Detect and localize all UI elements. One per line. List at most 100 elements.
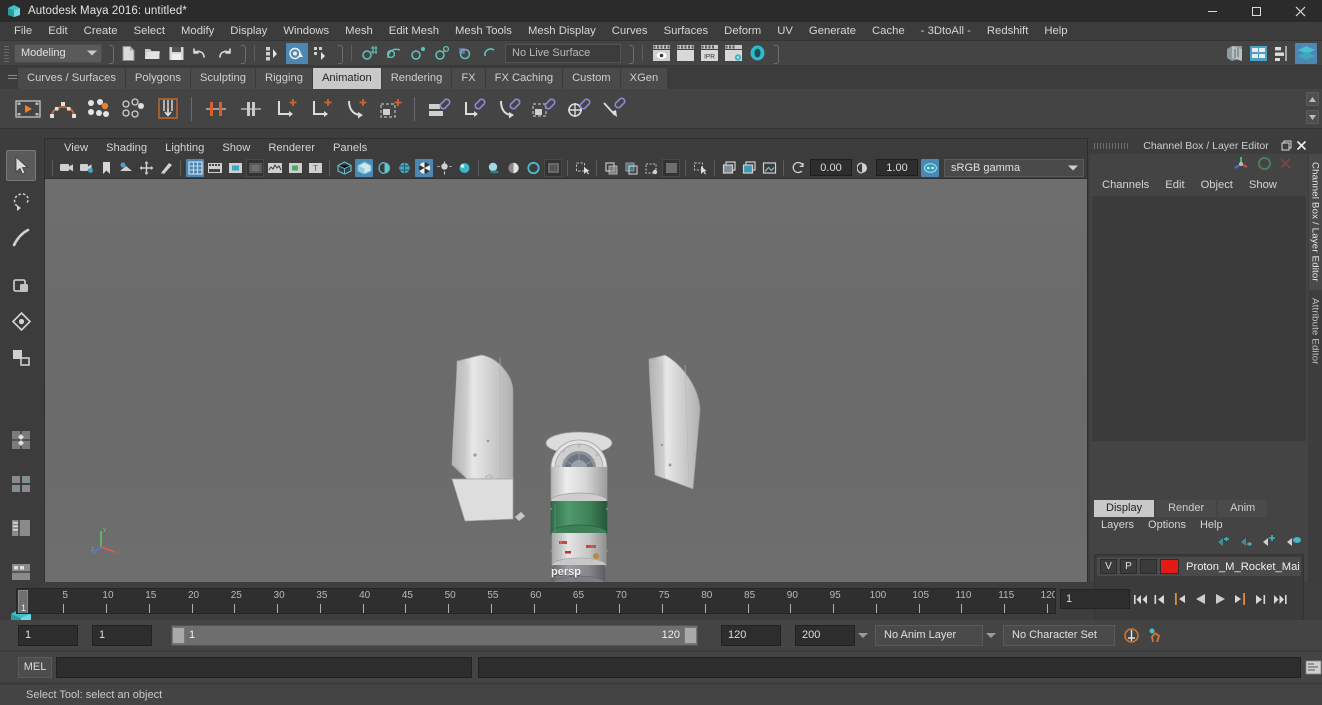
move-layer-up-icon[interactable] [1216,536,1231,551]
pole-vector-constraint-icon[interactable] [597,92,630,126]
display-textures-alt-icon[interactable] [740,159,758,177]
channel-box-empty-area[interactable] [1092,196,1306,441]
new-layer-from-selected-icon[interactable] [1286,535,1302,551]
current-frame-field[interactable]: 1 [1060,589,1130,609]
step-back-frame-icon[interactable] [1150,588,1170,610]
tab-render[interactable]: Render [1156,500,1217,517]
shelf-tab-custom[interactable]: Custom [563,68,621,89]
save-scene-icon[interactable] [165,43,187,64]
panel-undock-button[interactable] [1280,139,1293,152]
select-by-hierarchy-icon[interactable] [262,43,284,64]
play-backwards-icon[interactable] [1190,588,1210,610]
shelf-tab-fx[interactable]: FX [452,68,486,89]
hypershade-icon[interactable] [746,43,768,64]
playback-start-field[interactable]: 1 [92,624,152,646]
scale-tool[interactable] [6,342,36,373]
smooth-shade-all-icon[interactable] [355,158,373,177]
set-key-icon[interactable] [46,92,79,126]
menu-modify[interactable]: Modify [173,22,222,41]
shelf-tab-curves-surfaces[interactable]: Curves / Surfaces [18,68,126,89]
tangent-constraint-icon[interactable] [562,92,595,126]
select-camera-icon[interactable] [57,159,75,177]
grease-pencil-icon[interactable] [157,159,175,177]
layer-color-swatch[interactable] [1160,559,1179,574]
menu-uv[interactable]: UV [769,22,801,41]
menu-mesh-display[interactable]: Mesh Display [520,22,604,41]
command-line-input[interactable] [56,656,472,678]
shelf-tab-xgen[interactable]: XGen [620,68,669,89]
command-line-label[interactable]: MEL [18,656,52,678]
play-forwards-icon[interactable] [1210,588,1230,610]
menu-curves[interactable]: Curves [604,22,656,41]
shelf-tab-polygons[interactable]: Polygons [125,68,191,89]
ik-spline-handle-icon[interactable] [234,92,267,126]
menu-redshift[interactable]: Redshift [979,22,1036,41]
multisample-icon[interactable] [544,158,562,177]
viewport-menu-view[interactable]: View [55,139,97,157]
image-plane-icon[interactable] [117,159,135,177]
resolution-gate-icon[interactable] [226,159,244,177]
new-scene-icon[interactable] [117,43,139,64]
layer-row[interactable]: V P Proton_M_Rocket_Mai [1097,557,1301,576]
shelf-tab-sculpting[interactable]: Sculpting [190,68,256,89]
menu-select[interactable]: Select [126,22,173,41]
layer-shading-toggle[interactable] [1140,559,1157,574]
viewport-menu-renderer[interactable]: Renderer [259,139,324,157]
channel-menu-edit[interactable]: Edit [1157,176,1192,194]
tab-anim[interactable]: Anim [1218,500,1268,517]
shelf-tab-animation[interactable]: Animation [312,68,382,89]
step-back-key-icon[interactable] [1170,588,1190,610]
move-layer-down-icon[interactable] [1239,536,1254,551]
shade-selected-items-icon[interactable] [375,159,393,177]
redo-icon[interactable] [213,43,235,64]
viewport-menu-lighting[interactable]: Lighting [156,139,213,157]
playback-end-field[interactable]: 120 [721,624,781,646]
bookmark-icon[interactable] [97,159,115,177]
shelf-tab-fx-caching[interactable]: FX Caching [485,68,564,89]
gamma-icon[interactable] [855,159,873,177]
snap-to-grid-icon[interactable] [359,43,381,64]
go-to-end-icon[interactable] [1270,588,1290,610]
channel-menu-object[interactable]: Object [1193,176,1241,194]
shelf-tab-rendering[interactable]: Rendering [381,68,453,89]
textured-icon[interactable] [415,158,433,177]
anim-layer-field[interactable]: No Anim Layer [875,624,983,646]
isolate-select-icon[interactable] [573,159,591,177]
layout-outliner-persp-icon[interactable] [6,512,36,543]
viewport-menu-shading[interactable]: Shading [97,139,156,157]
layer-menu-layers[interactable]: Layers [1094,517,1141,534]
x-icon[interactable] [1279,157,1292,173]
panel-close-button[interactable] [1295,139,1308,152]
channel-box-icon[interactable] [1295,43,1317,64]
aim-constraint-icon[interactable] [374,92,407,126]
tool-settings-icon[interactable] [1271,43,1293,64]
layout-single-persp-icon[interactable] [6,468,36,499]
color-management-toggle-icon[interactable] [921,158,939,177]
pole-vector-icon[interactable] [457,92,490,126]
menu-windows[interactable]: Windows [275,22,337,41]
xray-active-components-icon[interactable] [642,159,660,177]
display-hud-icon[interactable] [760,159,778,177]
select-marquee-icon[interactable] [691,159,709,177]
menu-3dtoall[interactable]: - 3DtoAll - [913,22,979,41]
film-origin-icon[interactable] [266,159,284,177]
command-response-field[interactable] [478,656,1301,678]
menu-display[interactable]: Display [222,22,275,41]
circle-icon[interactable] [1257,156,1272,174]
animation-preferences-icon[interactable] [1145,624,1165,646]
menu-cache[interactable]: Cache [864,22,913,41]
script-editor-icon[interactable] [1305,657,1322,677]
wireframe-icon[interactable] [335,159,353,177]
exposure-icon[interactable] [789,159,807,177]
sidebar-toggle-icon[interactable] [1223,43,1245,64]
layer-playback-toggle[interactable]: P [1120,559,1137,574]
viewport-menu-show[interactable]: Show [213,139,259,157]
grid-toggle-icon[interactable] [186,158,204,177]
lasso-select-tool[interactable] [6,186,36,217]
tab-display[interactable]: Display [1094,500,1155,517]
layout-hypershade-persp-icon[interactable] [6,556,36,587]
menu-edit[interactable]: Edit [40,22,75,41]
snap-to-point-icon[interactable] [407,43,429,64]
step-forward-key-icon[interactable] [1230,588,1250,610]
two-d-pan-zoom-icon[interactable] [137,159,155,177]
